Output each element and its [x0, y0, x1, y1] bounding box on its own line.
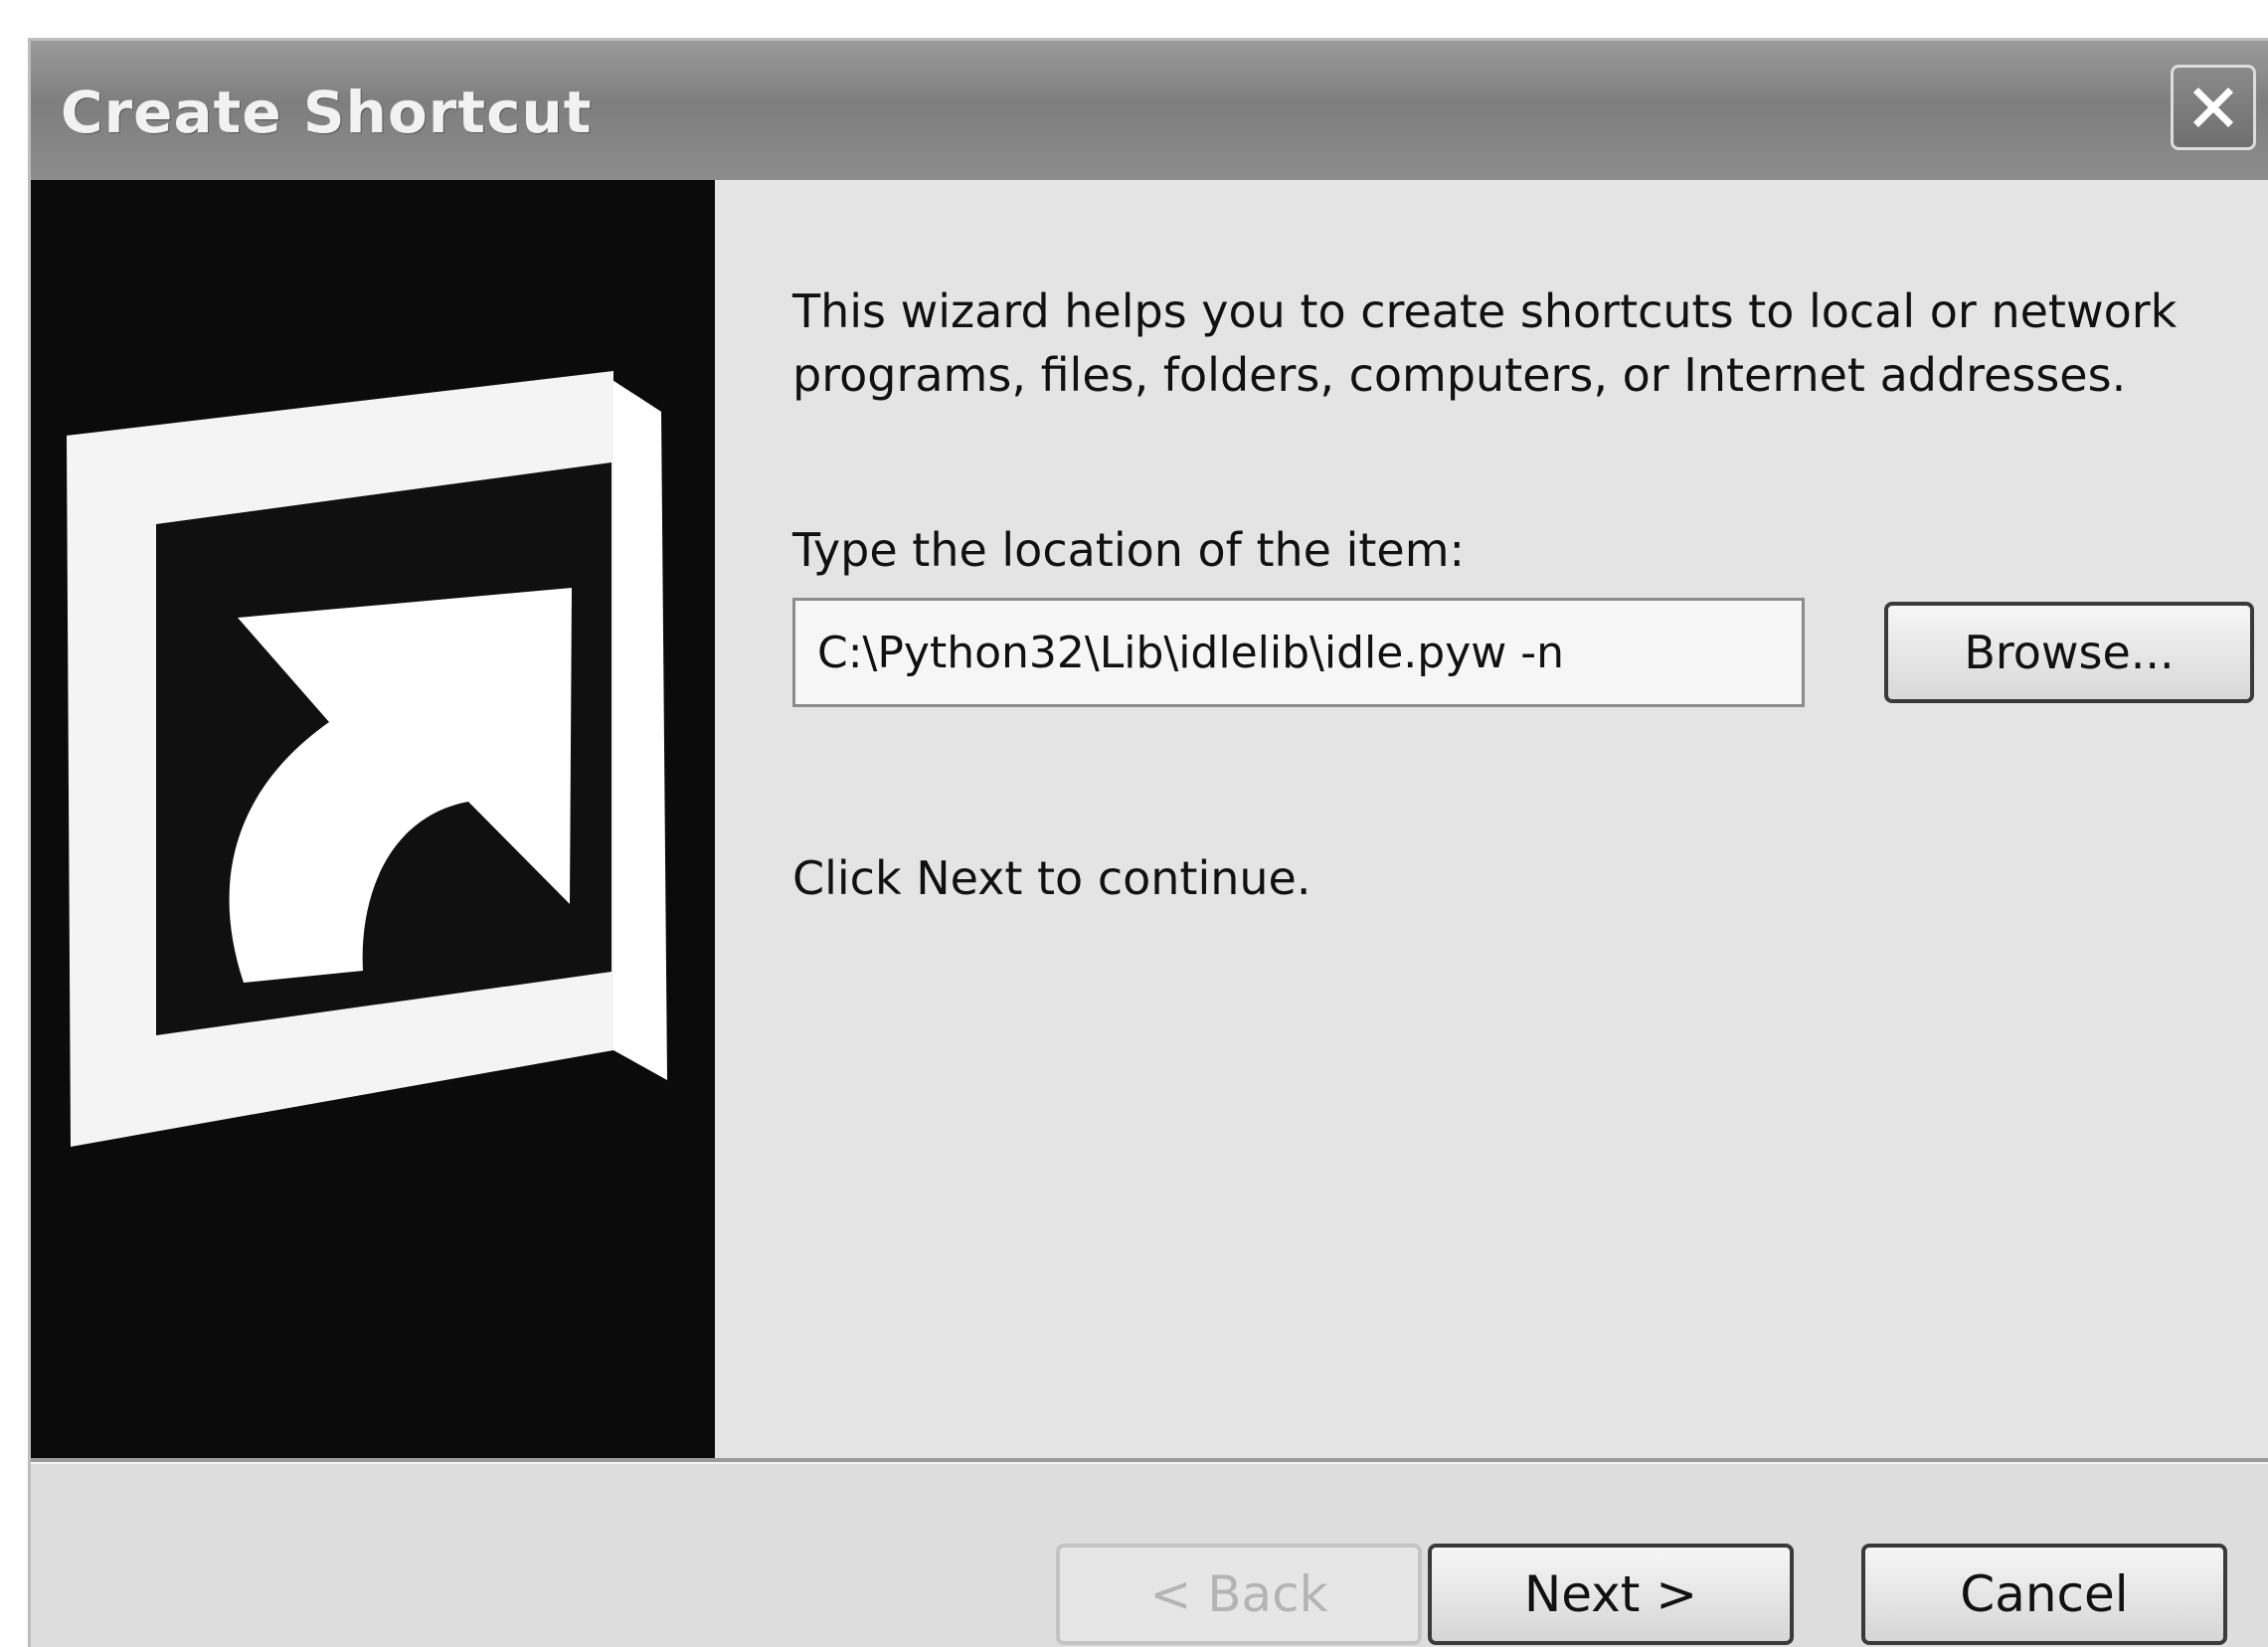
- wizard-sidebar: [31, 180, 715, 1458]
- back-button[interactable]: < Back: [1056, 1544, 1422, 1645]
- shortcut-arrow-icon: [67, 371, 667, 1147]
- browse-button[interactable]: Browse...: [1884, 602, 2254, 703]
- title-bar[interactable]: Create Shortcut: [31, 41, 2268, 180]
- wizard-footer: < Back Next > Cancel: [31, 1464, 2268, 1647]
- next-button[interactable]: Next >: [1428, 1544, 1794, 1645]
- location-label: Type the location of the item:: [792, 523, 1466, 577]
- location-input[interactable]: [792, 598, 1805, 707]
- close-button[interactable]: [2171, 65, 2256, 150]
- close-icon: [2192, 87, 2234, 128]
- create-shortcut-dialog: Create Shortcut This wizard helps you to…: [28, 38, 2268, 1647]
- intro-text: This wizard helps you to create shortcut…: [792, 284, 2178, 402]
- wizard-content: This wizard helps you to create shortcut…: [715, 180, 2268, 1458]
- window-title: Create Shortcut: [61, 79, 593, 146]
- cancel-button[interactable]: Cancel: [1861, 1544, 2227, 1645]
- continue-instruction: Click Next to continue.: [792, 851, 1311, 905]
